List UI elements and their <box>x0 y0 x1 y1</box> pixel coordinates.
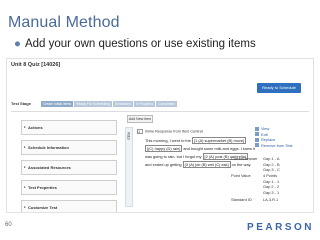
question-type: Inline Response from Item Central <box>145 129 203 134</box>
stage-step[interactable]: Ready For Scheduling <box>74 100 112 107</box>
expand-caret-icon: ▸ <box>24 185 26 189</box>
gap-blank[interactable]: [3 (A) job (B) wet (C) ask] <box>182 161 231 168</box>
panel-associated-resources[interactable]: ▸ Associated Resources <box>21 160 117 175</box>
quiz-title: Unit 8 Quiz [14026] <box>11 62 61 68</box>
bullet-text: Add your own questions or use existing i… <box>24 38 256 50</box>
expand-caret-icon: ▸ <box>24 165 26 169</box>
slide-footer: 60 PEARSON <box>0 222 320 240</box>
page-number: 60 <box>5 222 12 228</box>
remove-from-test-link[interactable]: Remove from Test <box>255 143 311 149</box>
panel-schedule-information[interactable]: ▸ Schedule Information <box>21 140 117 155</box>
gap-blank[interactable]: [1 (A) supermarket (B) move] <box>191 137 247 144</box>
point-value-row: Point Value 4 Points Gap 1 - 1 Gap 2 - 2 Ga… <box>231 173 280 195</box>
ready-to-schedule-button[interactable]: Ready to Schedule <box>257 83 301 93</box>
bullet-dot-icon: ● <box>14 38 21 50</box>
stage-step[interactable]: Create Initial Items <box>40 100 74 107</box>
stage-step[interactable]: Completed <box>156 100 177 107</box>
panel-actions[interactable]: ▸ Actions <box>21 120 117 135</box>
replace-icon <box>255 137 259 142</box>
bullet-point: ● Add your own questions or use existing … <box>14 38 256 50</box>
divider <box>11 111 309 112</box>
edit-icon <box>255 132 259 137</box>
slide-title: Manual Method <box>8 14 120 31</box>
test-stage-label: Test Stage <box>11 101 31 106</box>
standard-id-row: Standard ID LA.3.R.1 <box>231 197 279 202</box>
add-new-item-button[interactable]: Add New Item <box>127 115 153 123</box>
remove-icon <box>255 143 259 148</box>
view-icon <box>255 126 259 131</box>
question-header: 1 Inline Response from Item Central <box>137 129 203 134</box>
correct-answer-row: Correct Answer Gap 1 - A Gap 2 - B Gap 3 -… <box>231 156 280 172</box>
stage-step[interactable]: Scheduled <box>112 100 133 107</box>
side-panels: ▸ Actions ▸ Schedule Information ▸ Associat… <box>21 120 117 212</box>
expand-caret-icon: ▸ <box>24 125 26 129</box>
item-actions: View Edit Replace Remove from Test <box>255 126 311 148</box>
pearson-logo: PEARSON <box>247 222 314 233</box>
item-tab: ITEM <box>125 127 133 207</box>
stage-step[interactable]: In Progress <box>133 100 156 107</box>
expand-caret-icon: ▸ <box>24 145 26 149</box>
expand-caret-icon: ▸ <box>24 205 26 209</box>
gap-blank[interactable]: [(C) happy (D) rain] <box>145 145 183 152</box>
embedded-screenshot: Unit 8 Quiz [14026] Ready to Schedule Te… <box>6 58 314 213</box>
test-stage-bar: Test Stage Create Initial Items Ready Fo… <box>11 100 178 107</box>
question-number: 1 <box>137 129 143 134</box>
panel-test-properties[interactable]: ▸ Test Properties <box>21 180 117 195</box>
panel-customize-test[interactable]: ▸ Customize Test <box>21 200 117 212</box>
